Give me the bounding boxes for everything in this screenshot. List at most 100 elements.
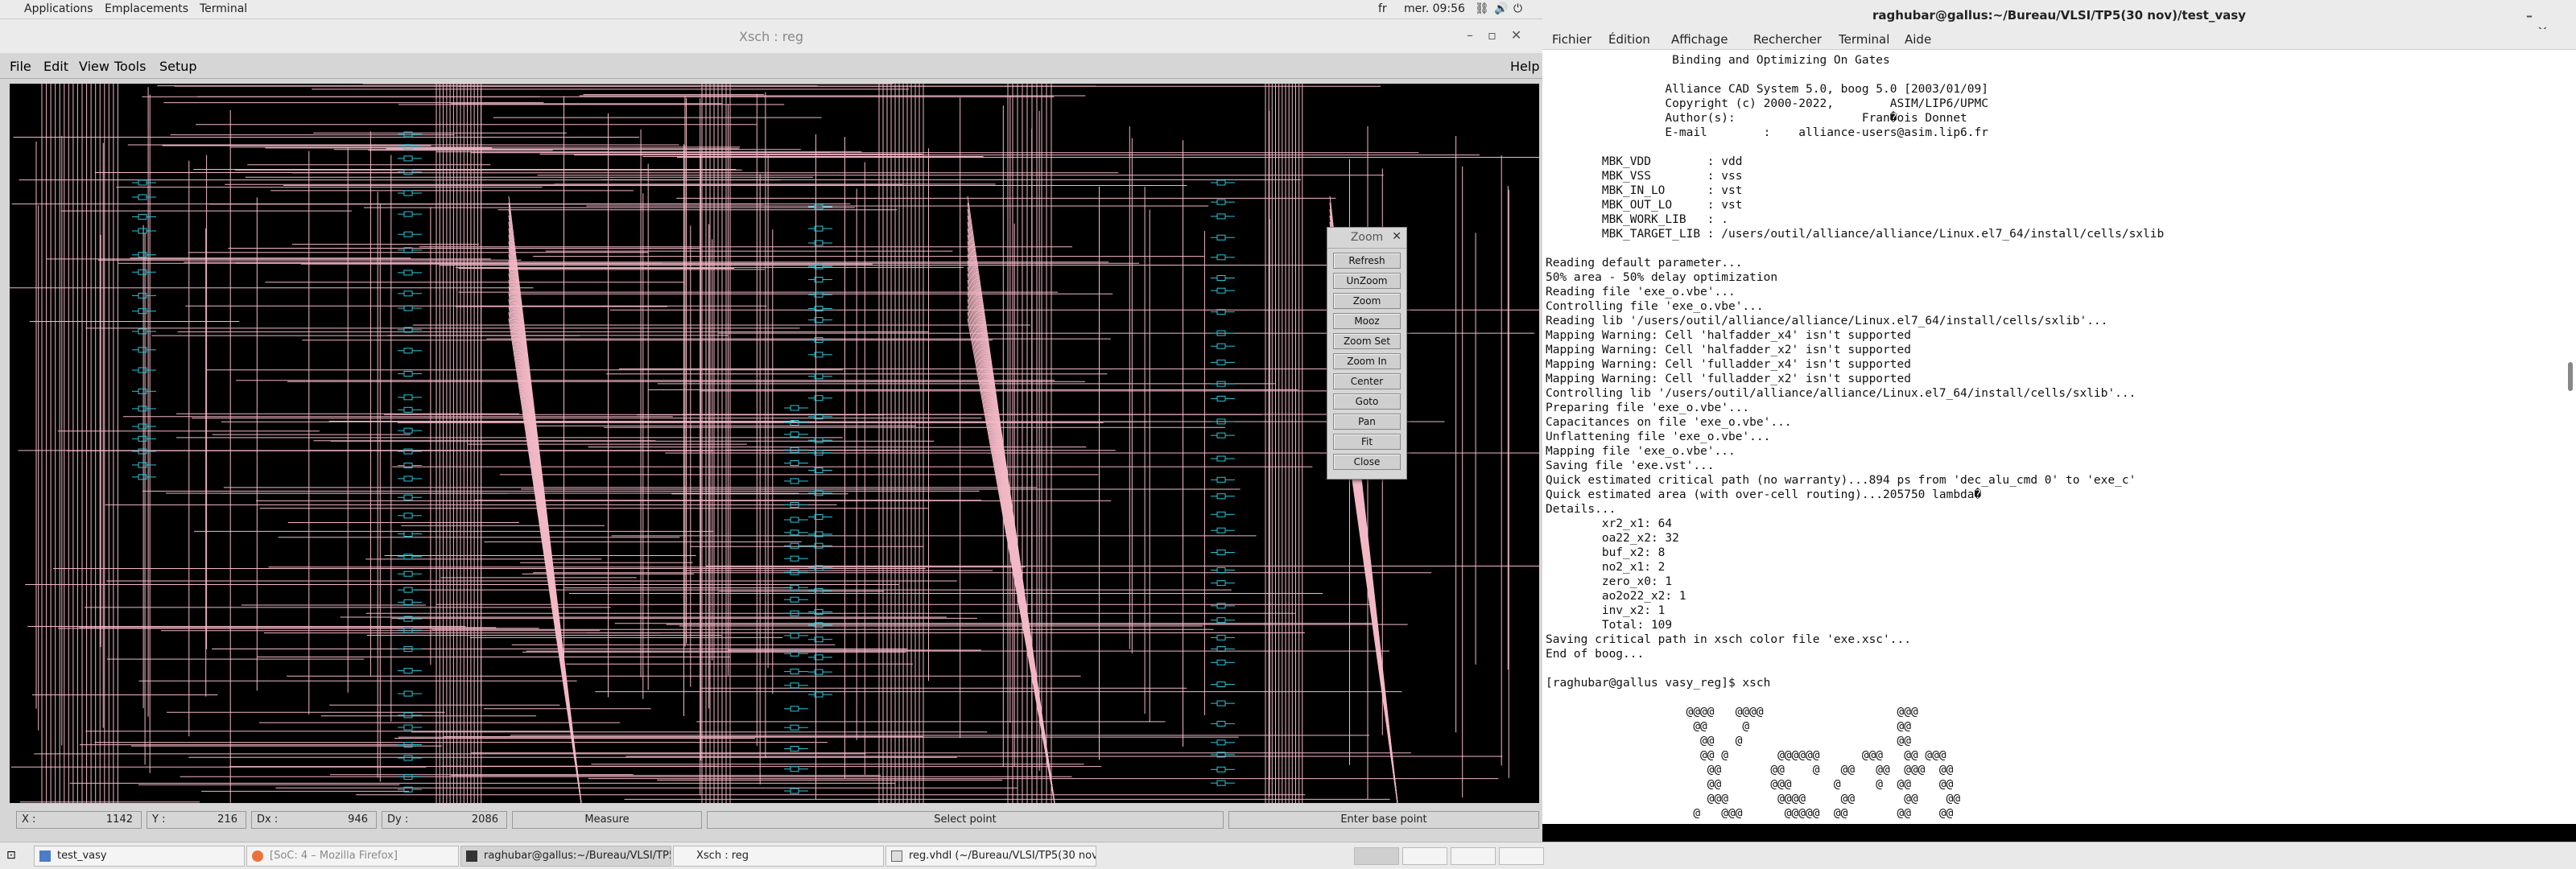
schematic-canvas[interactable] — [10, 84, 1539, 803]
xsch-window-title: Xsch : reg — [738, 29, 804, 44]
clock[interactable]: mer. 09:56 — [1404, 2, 1465, 15]
terminal-line: oa22_x2: 32 — [1546, 532, 1679, 545]
terminal-line: Unflattening file 'exe_o.vbe'... — [1546, 430, 1771, 443]
task-editor[interactable]: reg.vhdl (~/Bureau/VLSI/TP5(30 nov... — [886, 846, 1096, 867]
menu-view[interactable]: View — [79, 59, 109, 74]
task-terminal[interactable]: raghubar@gallus:~/Bureau/VLSI/TP5... — [460, 846, 671, 867]
terminal-line: Quick estimated area (with over-cell rou… — [1546, 488, 1982, 501]
terminal-line: Reading default parameter... — [1546, 257, 1743, 270]
close-icon[interactable]: ✕ — [1392, 230, 1402, 243]
menu-rechercher[interactable]: Rechercher — [1753, 32, 1822, 47]
zoom-unzoom-button[interactable]: UnZoom — [1333, 273, 1401, 289]
menu-help[interactable]: Help — [1510, 59, 1539, 74]
maximize-icon[interactable]: ▫ — [1488, 27, 1511, 43]
window-list: ⊡ test_vasy [SoC: 4 – Mozilla Firefox] r… — [0, 842, 2576, 869]
zoom-close-button[interactable]: Close — [1333, 454, 1401, 470]
dy-value: Dy :2086 — [382, 811, 507, 829]
zoom-mooz-button[interactable]: Mooz — [1333, 313, 1401, 329]
zoom-in-button[interactable]: Zoom In — [1333, 353, 1401, 369]
terminal-line: Total: 109 — [1546, 619, 1673, 632]
places-menu[interactable]: Emplacements — [105, 2, 188, 15]
terminal-line: buf_x2: 8 — [1546, 546, 1666, 559]
volume-icon[interactable]: 🔊 — [1494, 2, 1508, 15]
terminal-line: ao2o22_x2: 1 — [1546, 590, 1686, 603]
zoom-goto-button[interactable]: Goto — [1333, 393, 1401, 410]
menu-edit[interactable]: Edit — [43, 59, 68, 74]
menu-terminal[interactable]: Terminal — [1839, 32, 1889, 47]
zoom-refresh-button[interactable]: Refresh — [1333, 253, 1401, 269]
terminal-line: Saving critical path in xsch color file … — [1546, 633, 1911, 646]
workspace-2[interactable] — [1402, 847, 1447, 865]
terminal-line: Reading lib '/users/outil/alliance/allia… — [1546, 315, 2108, 327]
terminal-line: Author(s): Fran�ois Donnet — [1546, 112, 1967, 125]
terminal-line: Copyright (c) 2000-2022, ASIM/LIP6/UPMC — [1546, 97, 1988, 110]
menu-affichage[interactable]: Affichage — [1671, 32, 1728, 47]
terminal-line: zero_x0: 1 — [1546, 575, 1673, 588]
y-coordinate: Y :216 — [147, 811, 246, 829]
schematic-drawing — [10, 84, 1539, 803]
folder-icon — [39, 850, 51, 862]
terminal-line: Controlling lib '/users/outil/alliance/a… — [1546, 387, 2136, 400]
terminal-line: End of boog... — [1546, 648, 1645, 661]
show-desktop-icon[interactable]: ⊡ — [6, 849, 16, 862]
workspace-1[interactable] — [1354, 847, 1399, 865]
scrollbar-thumb[interactable] — [2568, 362, 2573, 391]
terminal-line: Mapping Warning: Cell 'fulladder_x2' isn… — [1546, 373, 1911, 385]
terminal-line: MBK_OUT_LO : vst — [1546, 199, 1743, 212]
workspace-4[interactable] — [1499, 847, 1544, 865]
menu-fichier[interactable]: Fichier — [1552, 32, 1591, 47]
terminal-window-title: raghubar@gallus:~/Bureau/VLSI/TP5(30 nov… — [1872, 8, 2246, 23]
keyboard-layout[interactable]: fr — [1378, 2, 1387, 15]
task-xsch[interactable]: Xsch : reg — [673, 846, 884, 867]
task-firefox[interactable]: [SoC: 4 – Mozilla Firefox] — [246, 846, 459, 867]
zoom-pan-button[interactable]: Pan — [1333, 414, 1401, 430]
terminal-line: Binding and Optimizing On Gates — [1546, 54, 1890, 67]
zoom-fit-button[interactable]: Fit — [1333, 434, 1401, 450]
power-icon[interactable]: ⏻ — [1513, 2, 1522, 15]
minimize-icon[interactable]: – — [2526, 8, 2550, 23]
text-editor-icon — [891, 850, 902, 862]
terminal-line: @@ @@ @ @@ @@ @@@ @@ — [1546, 764, 1954, 776]
terminal-line: Mapping Warning: Cell 'halfadder_x2' isn… — [1546, 344, 1911, 356]
menu-aide[interactable]: Aide — [1905, 32, 1931, 47]
terminal-line: MBK_VDD : vdd — [1546, 155, 1743, 168]
terminal-line: Alliance CAD System 5.0, boog 5.0 [2003/… — [1546, 83, 1988, 96]
terminal-scrollbar[interactable] — [2568, 56, 2573, 821]
applications-menu[interactable]: Applications — [24, 2, 93, 15]
terminal-line: E-mail : alliance-users@asim.lip6.fr — [1546, 126, 1988, 139]
terminal-titlebar[interactable]: raghubar@gallus:~/Bureau/VLSI/TP5(30 nov… — [1542, 0, 2576, 39]
terminal-line: @@@@ @@@@ @@@ — [1546, 706, 1918, 719]
terminal-line: @ @@@ @@@@@ @@ @@ @@ — [1546, 807, 1954, 820]
minimize-icon[interactable]: – — [1467, 27, 1488, 43]
terminal-line: 50% area - 50% delay optimization — [1546, 271, 1778, 284]
zoom-center-button[interactable]: Center — [1333, 373, 1401, 389]
zoom-set-button[interactable]: Zoom Set — [1333, 333, 1401, 349]
menu-file[interactable]: File — [10, 59, 31, 74]
menu-edition[interactable]: Édition — [1608, 32, 1650, 47]
terminal-line: MBK_TARGET_LIB : /users/outil/alliance/a… — [1546, 228, 2165, 241]
zoom-zoom-button[interactable]: Zoom — [1333, 293, 1401, 309]
close-icon[interactable]: ✕ — [1511, 27, 1536, 43]
terminal-window: raghubar@gallus:~/Bureau/VLSI/TP5(30 nov… — [1542, 0, 2576, 842]
menu-tools[interactable]: Tools — [114, 59, 146, 74]
terminal-line: MBK_IN_LO : vst — [1546, 184, 1743, 197]
terminal-line: Reading file 'exe_o.vbe'... — [1546, 286, 1736, 299]
task-test-vasy[interactable]: test_vasy — [34, 846, 245, 867]
zoom-dialog: Zoom ✕ Refresh UnZoom Zoom Mooz Zoom Set… — [1327, 227, 1407, 480]
workspace-3[interactable] — [1451, 847, 1496, 865]
terminal-icon — [466, 850, 477, 862]
x-coordinate: X :1142 — [16, 811, 142, 829]
terminal-line: MBK_VSS : vss — [1546, 170, 1743, 183]
xsch-titlebar[interactable]: Xsch : reg –▫✕ — [0, 19, 1542, 53]
enter-base-point-status: Enter base point — [1228, 811, 1539, 829]
terminal-line: @@@ @@@@ @@ @@ @@ — [1546, 793, 1961, 805]
terminal-output[interactable]: Binding and Optimizing On Gates Alliance… — [1546, 53, 2552, 826]
terminal-app-menu[interactable]: Terminal — [200, 2, 247, 15]
menu-setup[interactable]: Setup — [159, 59, 197, 74]
network-icon[interactable]: ⛓ — [1475, 2, 1489, 15]
